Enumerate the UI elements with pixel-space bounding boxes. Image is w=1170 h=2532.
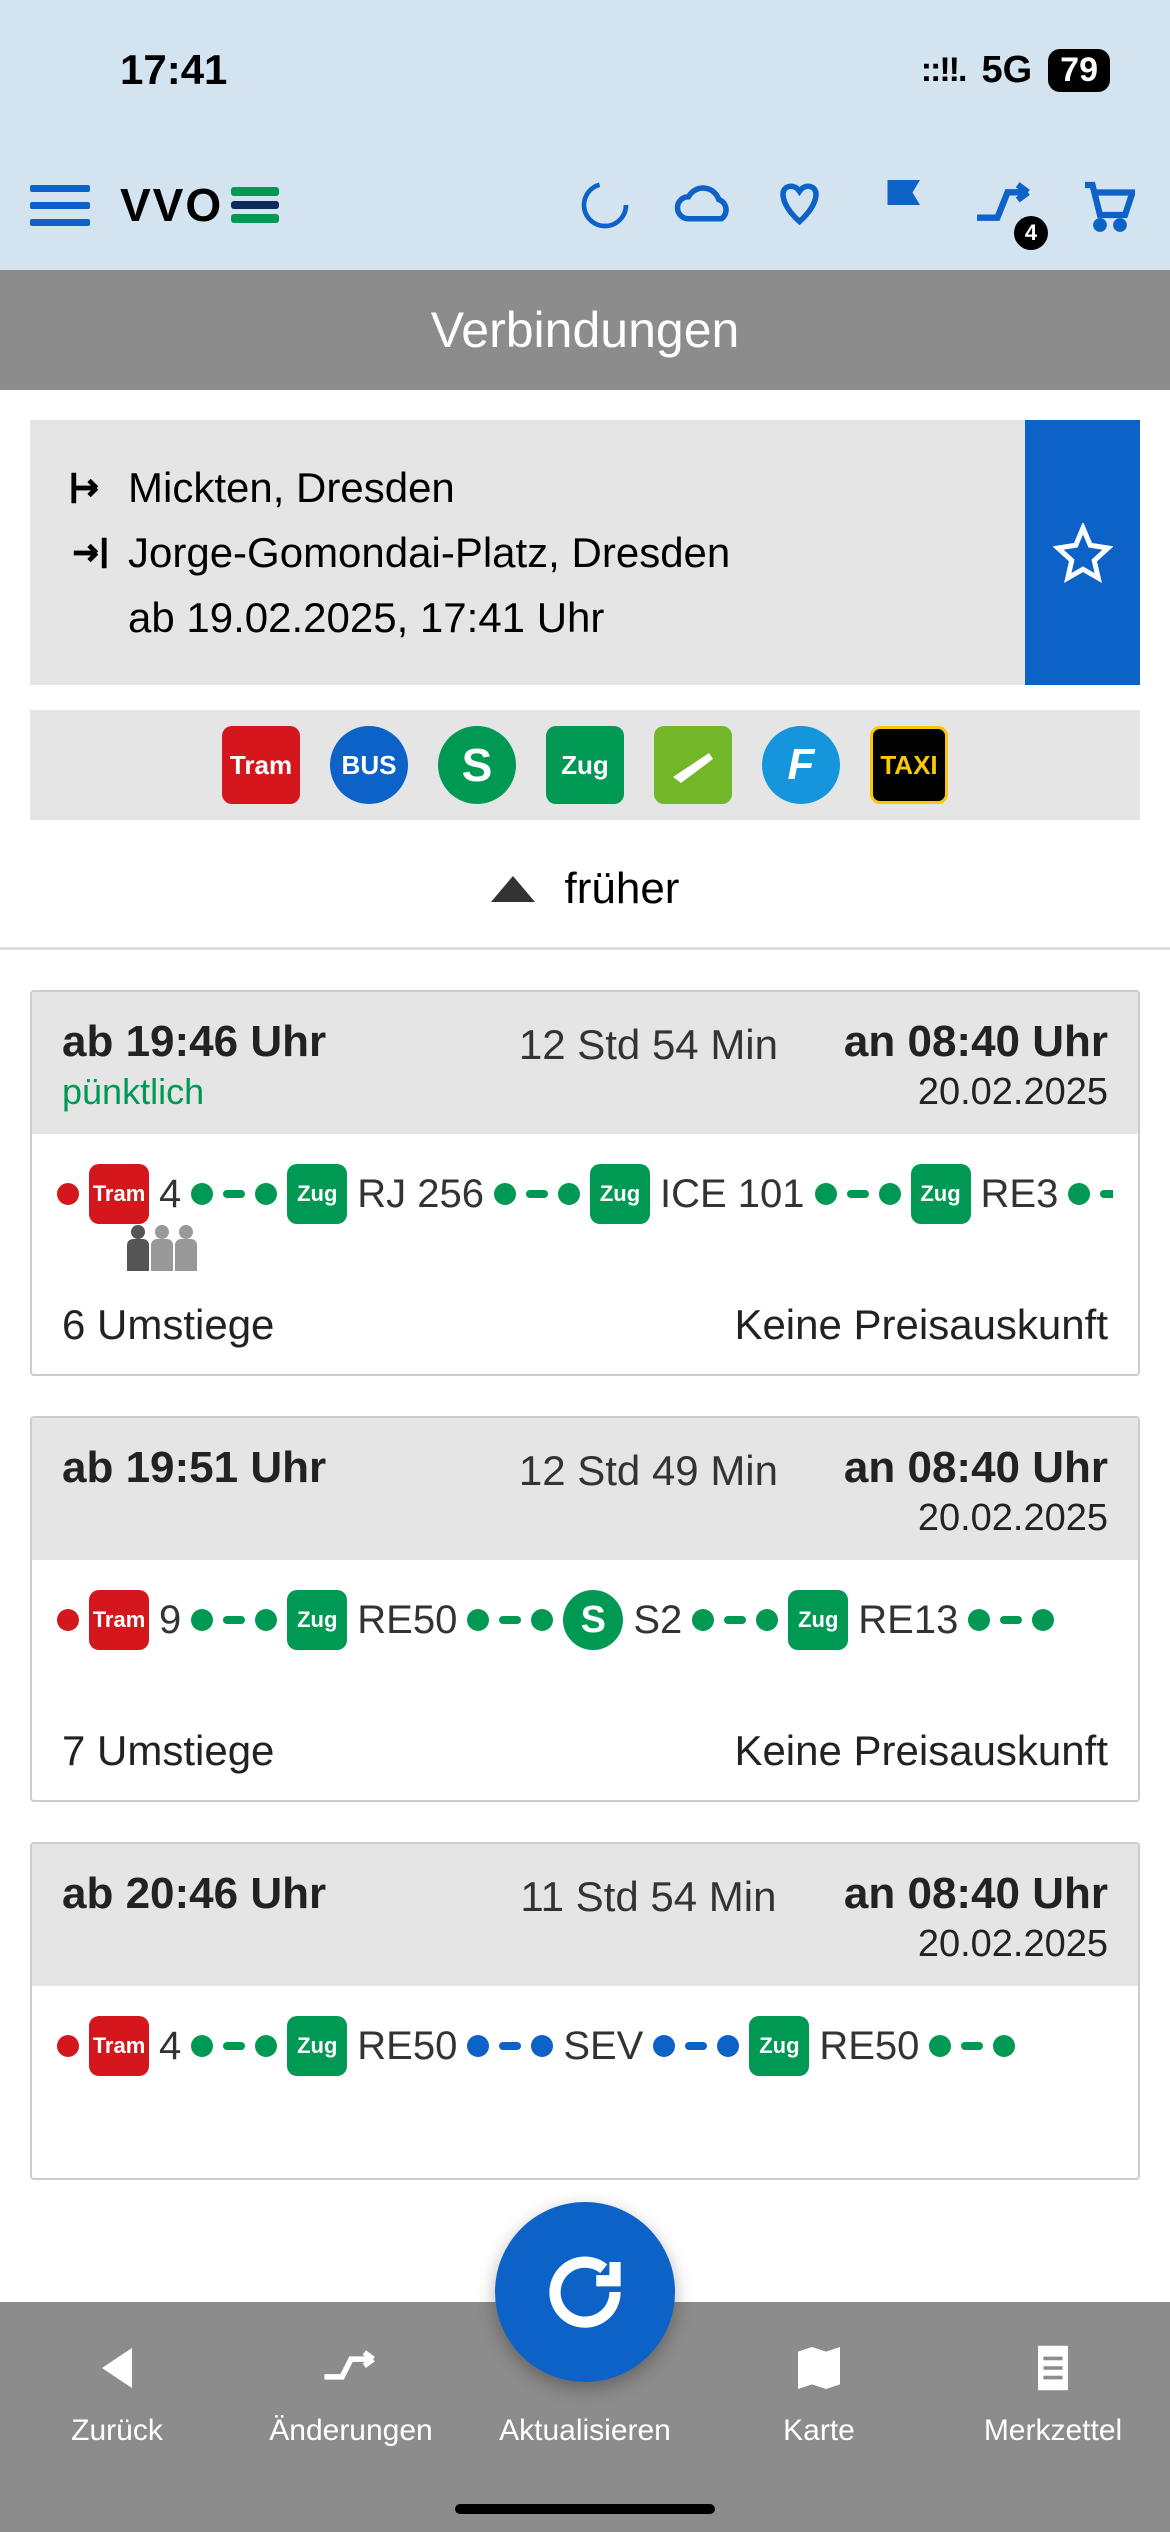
arrive-date: 20.02.2025 — [844, 1071, 1108, 1114]
mode-bus-icon[interactable]: BUS — [330, 726, 408, 804]
loading-icon — [570, 170, 640, 240]
card-header: ab 19:51 Uhr 12 Std 49 Min an 08:40 Uhr … — [32, 1418, 1138, 1560]
leg-label: RE50 — [357, 2024, 457, 2069]
cart-icon[interactable] — [1070, 170, 1140, 240]
status-label: pünktlich — [62, 1071, 453, 1113]
arrive-time: an 08:40 Uhr — [844, 1443, 1108, 1493]
duration-label: 12 Std 54 Min — [453, 1017, 844, 1069]
home-indicator[interactable] — [455, 2504, 715, 2514]
datetime-label: ab 19.02.2025, 17:41 Uhr — [128, 585, 985, 650]
duration-label: 12 Std 49 Min — [453, 1443, 844, 1495]
duration-label: 11 Std 54 Min — [453, 1869, 844, 1921]
nav-changes[interactable]: Änderungen — [234, 2337, 468, 2448]
leg-zug-badge: Zug — [788, 1590, 848, 1650]
transfers-label: 6 Umstiege — [62, 1301, 274, 1349]
mode-ferry-icon[interactable]: F — [762, 726, 840, 804]
refresh-fab[interactable] — [495, 2202, 675, 2382]
arrive-time: an 08:40 Uhr — [844, 1017, 1108, 1067]
leg-label: RE50 — [357, 1598, 457, 1643]
journey-legs: Tram4ZugRJ 256ZugICE 101ZugRE3 — [57, 1164, 1113, 1224]
depart-time: ab 20:46 Uhr — [62, 1869, 453, 1919]
cloud-icon[interactable] — [670, 170, 740, 240]
occupancy-icon — [127, 1239, 1113, 1271]
mode-incline-icon[interactable] — [654, 726, 732, 804]
page-title: Verbindungen — [0, 270, 1170, 390]
changes-nav-icon — [320, 2337, 382, 2399]
journey-legs: Tram9ZugRE50SS2ZugRE13 — [57, 1590, 1113, 1650]
leg-tram-badge: Tram — [89, 1164, 149, 1224]
triangle-up-icon — [491, 876, 535, 902]
transfers-label: 7 Umstiege — [62, 1727, 274, 1775]
arrive-date: 20.02.2025 — [844, 1497, 1108, 1540]
to-label: Jorge-Gomondai-Platz, Dresden — [128, 520, 730, 585]
leg-zug-badge: Zug — [287, 1590, 347, 1650]
depart-time: ab 19:46 Uhr — [62, 1017, 453, 1067]
leg-zug-badge: Zug — [749, 2016, 809, 2076]
leg-label: ICE 101 — [660, 1172, 805, 1217]
from-icon — [70, 469, 108, 507]
price-label: Keine Preisauskunft — [734, 1301, 1108, 1349]
result-card[interactable]: ab 19:46 Uhr pünktlich 12 Std 54 Min an … — [30, 990, 1140, 1376]
leg-label: 4 — [159, 1172, 181, 1217]
leg-zug-badge: Zug — [287, 2016, 347, 2076]
arrive-time: an 08:40 Uhr — [844, 1869, 1108, 1919]
mode-taxi-icon[interactable]: TAXI — [870, 726, 948, 804]
battery-level: 79 — [1048, 49, 1110, 92]
leg-tram-badge: Tram — [89, 1590, 149, 1650]
leg-zug-badge: Zug — [287, 1164, 347, 1224]
leg-zug-badge: Zug — [911, 1164, 971, 1224]
leg-label: 9 — [159, 1598, 181, 1643]
search-summary[interactable]: Mickten, Dresden Jorge-Gomondai-Platz, D… — [30, 420, 1140, 685]
result-card[interactable]: ab 20:46 Uhr 11 Std 54 Min an 08:40 Uhr … — [30, 1842, 1140, 2180]
nav-notes[interactable]: Merkzettel — [936, 2337, 1170, 2448]
network-label: 5G — [981, 49, 1032, 92]
changes-badge: 4 — [1014, 216, 1048, 250]
favorite-button[interactable] — [1025, 420, 1140, 685]
leg-tram-badge: Tram — [89, 2016, 149, 2076]
status-bar: 17:41 ::!!. 5G 79 — [0, 0, 1170, 140]
top-toolbar: VVO 4 — [0, 140, 1170, 270]
back-icon — [86, 2337, 148, 2399]
leg-label: RE3 — [981, 1172, 1059, 1217]
card-header: ab 19:46 Uhr pünktlich 12 Std 54 Min an … — [32, 992, 1138, 1134]
to-icon — [70, 534, 108, 572]
leg-label: 4 — [159, 2024, 181, 2069]
mode-tram-icon[interactable]: Tram — [222, 726, 300, 804]
menu-button[interactable] — [30, 185, 90, 226]
from-label: Mickten, Dresden — [128, 455, 455, 520]
leg-zug-badge: Zug — [590, 1164, 650, 1224]
arrive-date: 20.02.2025 — [844, 1923, 1108, 1966]
leg-label: RJ 256 — [357, 1172, 484, 1217]
leg-label: SEV — [563, 2024, 643, 2069]
leg-label: RE50 — [819, 2024, 919, 2069]
status-right: ::!!. 5G 79 — [921, 49, 1110, 92]
result-card[interactable]: ab 19:51 Uhr 12 Std 49 Min an 08:40 Uhr … — [30, 1416, 1140, 1802]
app-logo[interactable]: VVO — [120, 178, 279, 232]
earlier-button[interactable]: früher — [0, 830, 1170, 950]
leg-label: S2 — [633, 1598, 682, 1643]
price-label: Keine Preisauskunft — [734, 1727, 1108, 1775]
pretzel-icon[interactable] — [770, 170, 840, 240]
leg-sbahn-badge: S — [563, 1590, 623, 1650]
notes-icon — [1022, 2337, 1084, 2399]
mode-train-icon[interactable]: Zug — [546, 726, 624, 804]
nav-map[interactable]: Karte — [702, 2337, 936, 2448]
changes-icon[interactable]: 4 — [970, 170, 1040, 240]
nav-back[interactable]: Zurück — [0, 2337, 234, 2448]
transport-filter[interactable]: Tram BUS S Zug F TAXI — [30, 710, 1140, 820]
journey-legs: Tram4ZugRE50SEVZugRE50 — [57, 2016, 1113, 2076]
star-icon — [1053, 523, 1113, 583]
flag-icon[interactable] — [870, 170, 940, 240]
depart-time: ab 19:51 Uhr — [62, 1443, 453, 1493]
mode-sbahn-icon[interactable]: S — [438, 726, 516, 804]
map-icon — [788, 2337, 850, 2399]
signal-icon: ::!!. — [921, 51, 966, 90]
status-time: 17:41 — [120, 46, 227, 94]
refresh-icon — [540, 2247, 630, 2337]
card-header: ab 20:46 Uhr 11 Std 54 Min an 08:40 Uhr … — [32, 1844, 1138, 1986]
leg-label: RE13 — [858, 1598, 958, 1643]
